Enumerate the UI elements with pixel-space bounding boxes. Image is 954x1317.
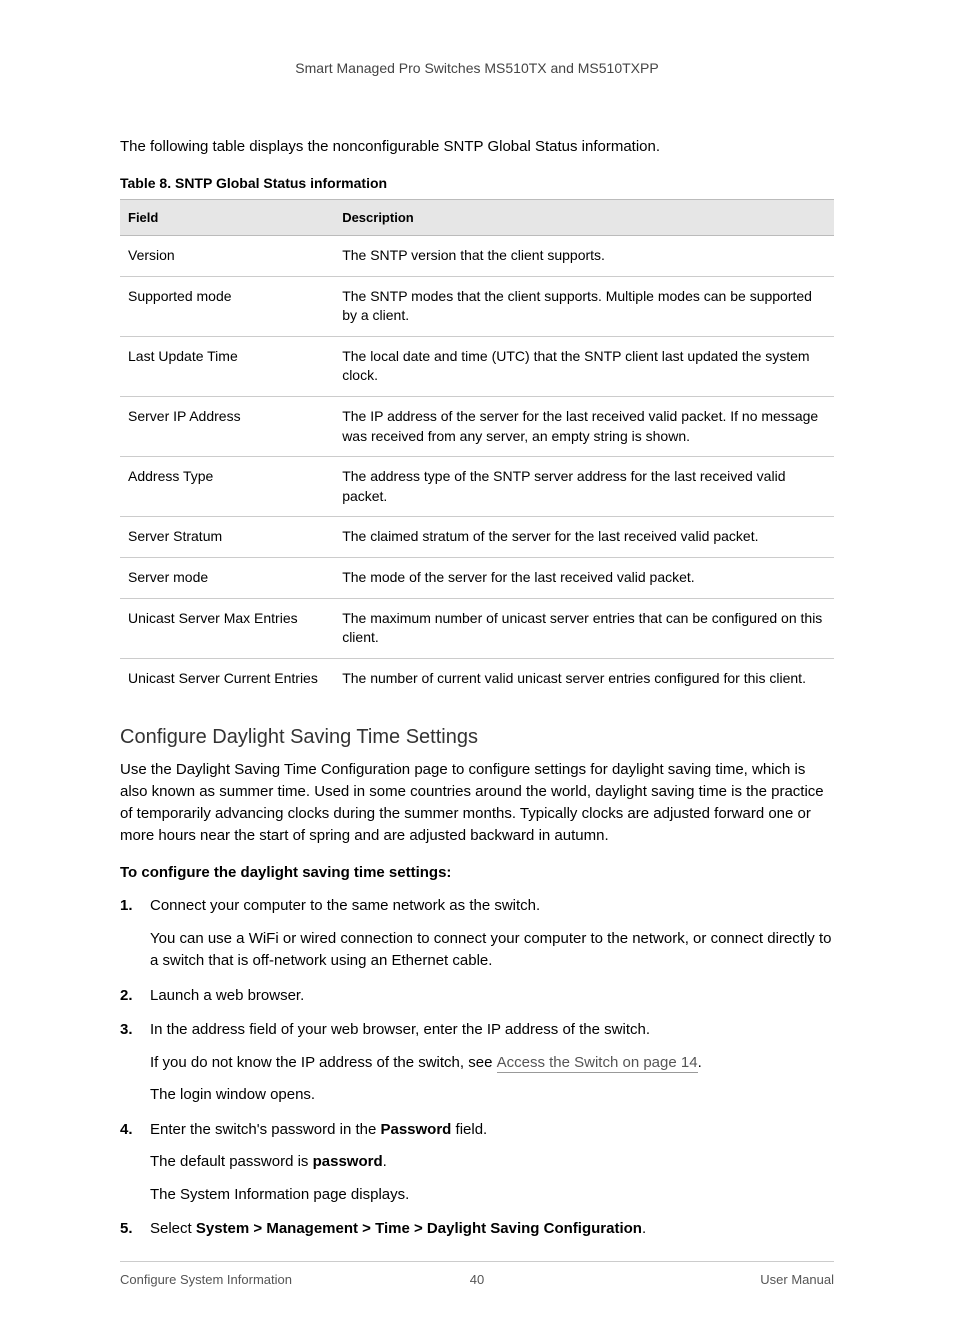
- step-text: In the address field of your web browser…: [150, 1021, 650, 1038]
- desc-cell: The SNTP version that the client support…: [334, 236, 834, 277]
- cross-ref-link[interactable]: Access the Switch on page 14: [497, 1054, 698, 1073]
- field-cell: Server Stratum: [120, 517, 334, 558]
- steps-list: Connect your computer to the same networ…: [120, 895, 834, 1241]
- text: The default password is: [150, 1153, 313, 1170]
- table-row: VersionThe SNTP version that the client …: [120, 236, 834, 277]
- step-3: In the address field of your web browser…: [120, 1019, 834, 1107]
- bold-text: Password: [380, 1121, 451, 1138]
- field-cell: Server mode: [120, 557, 334, 598]
- text: .: [698, 1054, 702, 1071]
- field-cell: Supported mode: [120, 276, 334, 336]
- bold-text: password: [313, 1153, 383, 1170]
- table-row: Server IP AddressThe IP address of the s…: [120, 396, 834, 456]
- table-row: Server StratumThe claimed stratum of the…: [120, 517, 834, 558]
- th-field: Field: [120, 200, 334, 236]
- section-paragraph: Use the Daylight Saving Time Configurati…: [120, 759, 834, 846]
- text: Enter the switch's password in the: [150, 1121, 380, 1138]
- sntp-status-table: Field Description VersionThe SNTP versio…: [120, 199, 834, 698]
- desc-cell: The mode of the server for the last rece…: [334, 557, 834, 598]
- step-1: Connect your computer to the same networ…: [120, 895, 834, 973]
- desc-cell: The number of current valid unicast serv…: [334, 658, 834, 698]
- desc-cell: The local date and time (UTC) that the S…: [334, 336, 834, 396]
- field-cell: Last Update Time: [120, 336, 334, 396]
- table-row: Unicast Server Max EntriesThe maximum nu…: [120, 598, 834, 658]
- field-cell: Unicast Server Current Entries: [120, 658, 334, 698]
- step-subtext: You can use a WiFi or wired connection t…: [150, 928, 834, 973]
- desc-cell: The IP address of the server for the las…: [334, 396, 834, 456]
- procedure-heading: To configure the daylight saving time se…: [120, 864, 834, 881]
- footer-right: User Manual: [596, 1272, 834, 1287]
- text: .: [383, 1153, 387, 1170]
- step-subtext: The login window opens.: [150, 1084, 834, 1107]
- desc-cell: The address type of the SNTP server addr…: [334, 457, 834, 517]
- step-text: Connect your computer to the same networ…: [150, 897, 540, 914]
- table-row: Unicast Server Current EntriesThe number…: [120, 658, 834, 698]
- field-cell: Version: [120, 236, 334, 277]
- field-cell: Server IP Address: [120, 396, 334, 456]
- page-footer: Configure System Information 40 User Man…: [120, 1261, 834, 1287]
- desc-cell: The maximum number of unicast server ent…: [334, 598, 834, 658]
- step-4: Enter the switch's password in the Passw…: [120, 1119, 834, 1207]
- desc-cell: The claimed stratum of the server for th…: [334, 517, 834, 558]
- step-5: Select System > Management > Time > Dayl…: [120, 1218, 834, 1241]
- table-row: Last Update TimeThe local date and time …: [120, 336, 834, 396]
- field-cell: Address Type: [120, 457, 334, 517]
- desc-cell: The SNTP modes that the client supports.…: [334, 276, 834, 336]
- intro-paragraph: The following table displays the nonconf…: [120, 136, 834, 157]
- step-subtext: The System Information page displays.: [150, 1184, 834, 1207]
- text: If you do not know the IP address of the…: [150, 1054, 497, 1071]
- page-header: Smart Managed Pro Switches MS510TX and M…: [120, 60, 834, 76]
- footer-left: Configure System Information: [120, 1272, 358, 1287]
- table-row: Supported modeThe SNTP modes that the cl…: [120, 276, 834, 336]
- step-subtext: The default password is password.: [150, 1151, 834, 1174]
- section-heading: Configure Daylight Saving Time Settings: [120, 726, 834, 749]
- table-row: Server modeThe mode of the server for th…: [120, 557, 834, 598]
- field-cell: Unicast Server Max Entries: [120, 598, 334, 658]
- text: field.: [451, 1121, 487, 1138]
- table-caption: Table 8. SNTP Global Status information: [120, 175, 834, 191]
- step-2: Launch a web browser.: [120, 985, 834, 1008]
- th-description: Description: [334, 200, 834, 236]
- footer-page-number: 40: [358, 1272, 596, 1287]
- step-text: Launch a web browser.: [150, 987, 304, 1004]
- table-row: Address TypeThe address type of the SNTP…: [120, 457, 834, 517]
- step-subtext: If you do not know the IP address of the…: [150, 1052, 834, 1075]
